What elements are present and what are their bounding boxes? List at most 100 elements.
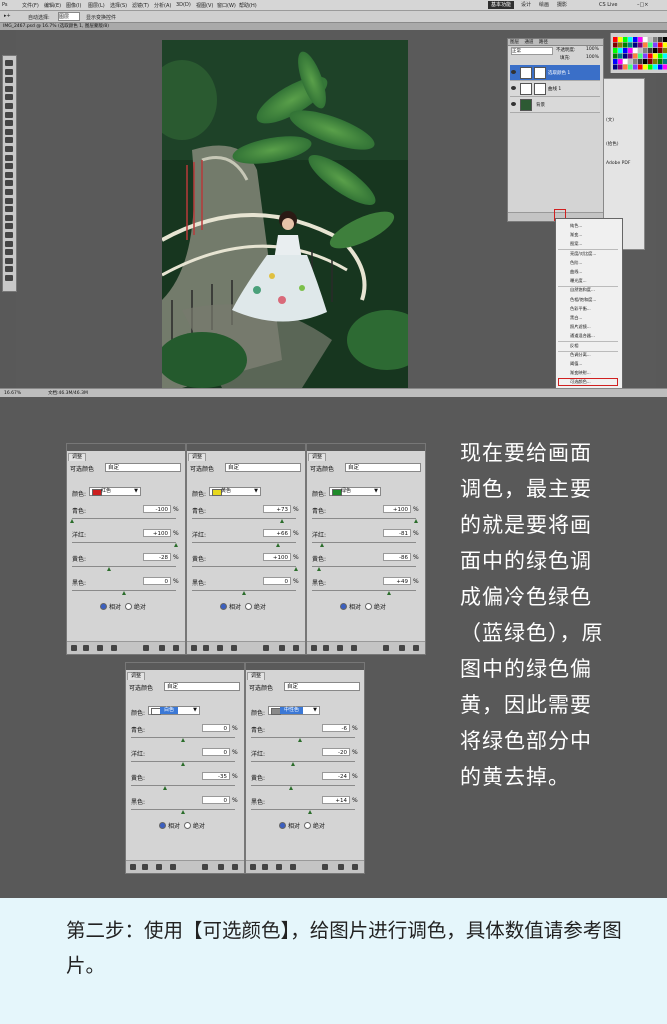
color-select[interactable]: 中性色 ▼ [268, 706, 320, 715]
adjust-menu-item[interactable]: 阈值... [570, 361, 582, 367]
color-swatch[interactable] [623, 48, 628, 53]
menu-help[interactable]: 帮助(H) [239, 2, 257, 9]
radio-relative-icon[interactable] [159, 822, 166, 829]
tool-icon[interactable] [5, 94, 13, 101]
panel-action-icon[interactable] [338, 864, 344, 870]
tab-adjustments[interactable]: 调整 [68, 453, 87, 461]
color-swatch[interactable] [633, 48, 638, 53]
radio-relative-label[interactable]: 相对 [229, 604, 241, 611]
slider-value-input[interactable]: -24 [322, 772, 350, 780]
history-item[interactable]: (拾色) [606, 141, 619, 147]
tool-icon[interactable] [5, 189, 13, 195]
radio-relative-icon[interactable] [279, 822, 286, 829]
color-swatch[interactable] [618, 37, 623, 42]
radio-absolute-label[interactable]: 绝对 [313, 823, 325, 830]
panel-action-icon[interactable] [290, 864, 296, 870]
eye-icon[interactable] [511, 70, 516, 74]
tool-icon[interactable] [5, 85, 13, 92]
color-swatch[interactable] [643, 37, 648, 42]
tool-icon[interactable] [5, 60, 13, 66]
window-controls[interactable]: –□× [634, 1, 651, 9]
opacity-value[interactable]: 100% [586, 47, 599, 52]
color-swatch[interactable] [638, 42, 643, 48]
blend-mode-select[interactable]: 正常 [511, 47, 553, 55]
slider-knob-icon[interactable] [319, 543, 324, 547]
slider-value-input[interactable]: -35 [202, 772, 230, 780]
color-swatch[interactable] [653, 48, 658, 53]
slider-knob-icon[interactable] [107, 567, 112, 571]
panel-action-icon[interactable] [202, 864, 208, 870]
tab-adjustments[interactable]: 调整 [188, 453, 207, 461]
adjust-menu-item[interactable]: 曲线... [570, 269, 582, 275]
panel-action-icon[interactable] [322, 864, 328, 870]
slider-track[interactable] [312, 566, 416, 567]
adjust-menu-item[interactable]: 渐变... [570, 232, 582, 238]
color-swatch[interactable] [618, 59, 623, 64]
color-swatch[interactable] [633, 42, 638, 48]
tab-layers[interactable]: 图层 [508, 40, 521, 45]
slider-knob-icon[interactable] [276, 543, 281, 547]
radio-absolute-icon[interactable] [244, 603, 252, 610]
panel-action-icon[interactable] [217, 645, 223, 651]
slider-knob-icon[interactable] [297, 738, 302, 742]
tab-paths[interactable]: 路径 [537, 40, 550, 45]
radio-absolute-icon[interactable] [183, 822, 191, 829]
color-swatch[interactable] [633, 37, 638, 42]
slider-track[interactable] [72, 542, 176, 543]
adjust-menu-item[interactable]: 纯色... [570, 223, 582, 229]
color-swatch[interactable] [618, 48, 623, 53]
slider-track[interactable] [72, 566, 176, 567]
radio-relative-label[interactable]: 相对 [349, 604, 361, 611]
menu-image[interactable]: 图像(I) [66, 2, 81, 9]
color-swatch[interactable] [623, 64, 628, 70]
slider-value-input[interactable]: +49 [383, 577, 411, 585]
slider-value-input[interactable]: -100 [143, 505, 171, 513]
workspace-design[interactable]: 设计 [518, 1, 534, 9]
slider-value-input[interactable]: 0 [263, 577, 291, 585]
slider-track[interactable] [251, 737, 355, 738]
slider-value-input[interactable]: 0 [202, 748, 230, 756]
menu-select[interactable]: 选择(S) [110, 2, 127, 9]
workspace-basic[interactable]: 基本功能 [488, 1, 515, 9]
color-swatch[interactable] [623, 42, 628, 48]
adjust-menu-item[interactable]: 自然饱和度... [570, 287, 595, 293]
color-swatch[interactable] [613, 53, 618, 59]
color-swatch[interactable] [638, 37, 643, 42]
radio-relative-icon[interactable] [340, 603, 347, 610]
tool-icon[interactable] [5, 68, 13, 75]
color-swatch[interactable] [653, 64, 658, 70]
radio-absolute-icon[interactable] [364, 603, 372, 610]
slider-track[interactable] [192, 542, 296, 543]
tool-icon[interactable] [5, 120, 13, 127]
preset-select[interactable]: 自定 [345, 463, 421, 472]
color-swatch[interactable] [638, 53, 643, 59]
slider-track[interactable] [72, 518, 176, 519]
tool-icon[interactable] [5, 137, 13, 144]
color-swatch[interactable] [613, 42, 618, 48]
color-swatch[interactable] [653, 37, 658, 42]
color-swatch[interactable] [658, 48, 663, 53]
radio-relative-label[interactable]: 相对 [109, 604, 121, 611]
color-swatch[interactable] [648, 53, 653, 59]
color-swatch[interactable] [653, 59, 658, 64]
menu-view[interactable]: 视图(V) [196, 2, 213, 9]
slider-track[interactable] [251, 761, 355, 762]
slider-value-input[interactable]: +100 [143, 529, 171, 537]
preset-select[interactable]: 自定 [105, 463, 181, 472]
slider-value-input[interactable]: 0 [143, 577, 171, 585]
slider-track[interactable] [251, 809, 355, 810]
color-swatch[interactable] [623, 53, 628, 59]
radio-absolute-icon[interactable] [124, 603, 132, 610]
panel-action-icon[interactable] [263, 645, 269, 651]
menu-analysis[interactable]: 分析(A) [154, 2, 171, 9]
slider-track[interactable] [192, 566, 296, 567]
tool-icon[interactable] [5, 275, 13, 281]
workspace-photo[interactable]: 摄影 [554, 1, 570, 9]
slider-value-input[interactable]: -86 [383, 553, 411, 561]
panel-action-icon[interactable] [173, 645, 179, 651]
menu-layer[interactable]: 图层(L) [88, 2, 105, 9]
adjust-menu-item[interactable]: 反相 [570, 343, 578, 349]
slider-knob-icon[interactable] [162, 786, 167, 790]
color-swatch[interactable] [613, 59, 618, 64]
color-swatch[interactable] [658, 64, 663, 70]
